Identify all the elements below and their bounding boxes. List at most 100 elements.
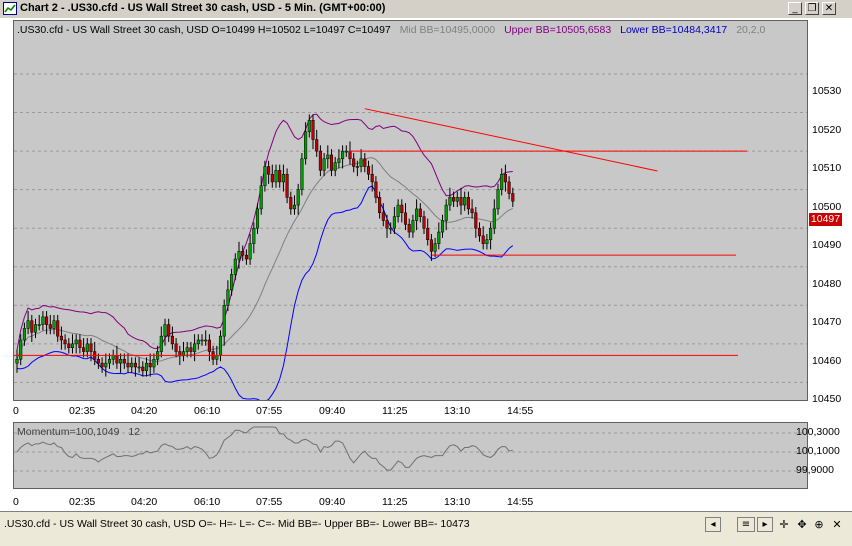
candle-body	[226, 289, 230, 306]
candle-body	[100, 362, 104, 368]
zoom-in-icon[interactable]: ⊕	[812, 517, 826, 532]
momentum-panel[interactable]: Momentum=100,1049 12	[13, 422, 808, 489]
candle-body	[477, 227, 482, 237]
time-tick-label: 06:10	[194, 405, 221, 417]
candle-body	[259, 185, 263, 210]
price-tick-label: 10500	[812, 200, 842, 213]
candle-body	[289, 197, 293, 210]
momentum-tick-label: 99,9000	[796, 464, 834, 476]
candle-body	[411, 220, 415, 233]
candle-body	[337, 158, 341, 163]
time-tick-label-bottom: 11:25	[382, 496, 408, 508]
candle-body	[433, 243, 437, 252]
candle-body	[141, 366, 145, 372]
candle-body	[96, 359, 100, 364]
price-tick-label: 10520	[812, 123, 842, 136]
symbol-info: .US30.cfd - US Wall Street 30 cash, USD …	[17, 24, 391, 36]
candle-body	[37, 324, 41, 326]
time-tick-label: 09:40	[319, 405, 346, 417]
candle-body	[363, 158, 367, 167]
candle-body	[366, 166, 371, 175]
candle-body	[255, 208, 260, 229]
candle-body	[507, 181, 511, 194]
candle-body	[315, 139, 319, 152]
time-tick-label: 11:25	[382, 405, 408, 417]
time-tick-label: 0	[13, 405, 19, 417]
candle-body	[74, 339, 78, 345]
candle-body	[341, 150, 345, 160]
chart-area[interactable]: .US30.cfd - US Wall Street 30 cash, USD …	[0, 18, 852, 511]
candle-body	[126, 362, 130, 368]
candle-body	[267, 166, 271, 175]
momentum-header: Momentum=100,1049 12	[17, 426, 146, 438]
close-button[interactable]: ✕	[822, 2, 836, 15]
candle-body	[481, 235, 485, 244]
candle-body	[422, 216, 426, 229]
candle-body	[281, 173, 285, 183]
candle-body	[85, 343, 89, 352]
candle-body	[333, 162, 337, 171]
window-title-bar[interactable]: Chart 2 - .US30.cfd - US Wall Street 30 …	[0, 0, 852, 19]
candle-body	[452, 197, 456, 202]
candle-body	[455, 197, 459, 202]
candle-body	[470, 208, 474, 214]
candle-body	[241, 251, 245, 256]
time-tick-label-bottom: 09:40	[319, 496, 346, 508]
scrollbar-thumb[interactable]: ≡	[737, 517, 755, 532]
candle-body	[89, 343, 93, 352]
candle-body	[144, 362, 149, 372]
time-tick-label-bottom: 0	[13, 496, 19, 508]
momentum-tick-label: 100,1000	[796, 445, 840, 457]
candle-body	[137, 366, 141, 369]
candle-body	[56, 320, 60, 337]
candle-body	[396, 204, 400, 217]
pan-icon[interactable]: ✥	[795, 517, 809, 532]
candle-body	[22, 328, 26, 341]
price-tick-label: 10450	[812, 393, 842, 406]
candle-body	[352, 158, 356, 167]
time-tick-label-bottom: 13:10	[444, 496, 471, 508]
trendline	[364, 108, 658, 172]
candle-body	[252, 227, 256, 244]
candle-body	[444, 204, 448, 221]
candle-body	[133, 362, 137, 368]
time-tick-label-bottom: 04:20	[131, 496, 158, 508]
candle-body	[63, 339, 67, 345]
restore-button[interactable]: ❐	[805, 2, 819, 15]
candle-body	[370, 173, 374, 183]
candle-body	[296, 189, 300, 206]
price-chart	[14, 73, 807, 400]
candle-body	[222, 305, 226, 337]
candle-body	[230, 274, 234, 291]
candle-body	[174, 343, 178, 352]
scroll-left-button[interactable]: ◂	[705, 517, 721, 532]
candle-body	[48, 324, 52, 329]
candle-body	[326, 154, 330, 160]
candle-body	[200, 339, 204, 342]
candle-body	[122, 359, 126, 364]
minimize-button[interactable]: _	[788, 2, 802, 15]
candle-body	[496, 189, 500, 210]
time-tick-label: 02:35	[69, 405, 96, 417]
candle-body	[152, 359, 156, 368]
candle-body	[163, 324, 167, 337]
chart-window-icon	[3, 2, 17, 15]
candle-body	[503, 173, 507, 183]
candle-body	[30, 320, 34, 333]
time-tick-label-bottom: 07:55	[256, 496, 283, 508]
status-text: .US30.cfd - US Wall Street 30 cash, USD …	[4, 518, 470, 530]
close-chart-icon[interactable]: ✕	[830, 517, 844, 532]
candle-body	[378, 197, 382, 214]
candle-body	[78, 339, 82, 348]
candle-body	[400, 204, 404, 214]
candle-body	[52, 320, 56, 329]
candle-body	[148, 362, 152, 368]
crosshair-icon[interactable]: ✛	[777, 517, 791, 532]
scroll-right-button[interactable]: ▸	[757, 517, 773, 532]
momentum-period: 12	[128, 426, 141, 438]
candle-body	[33, 324, 38, 333]
candle-body	[463, 197, 467, 206]
candle-body	[178, 351, 182, 356]
candle-body	[311, 120, 315, 140]
price-chart-panel[interactable]: .US30.cfd - US Wall Street 30 cash, USD …	[13, 20, 808, 401]
